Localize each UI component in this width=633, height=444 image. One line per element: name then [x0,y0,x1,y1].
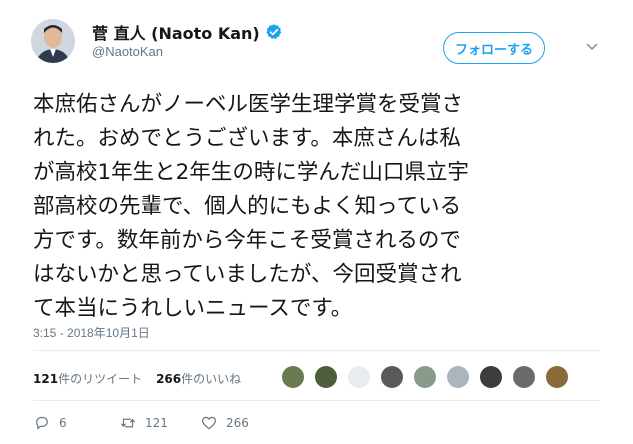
liker-avatar[interactable] [447,366,469,388]
tweet-text: 本庶佑さんがノーベル医学生理学賞を受賞さ れた。おめでとうございます。本庶さんは… [33,88,593,326]
divider [33,400,600,401]
tweet-line: れた。おめでとうございます。本庶さんは私 [33,126,461,151]
retweet-button[interactable]: 121 [119,414,168,432]
reply-icon [36,416,48,430]
reply-count: 6 [59,416,67,430]
tweet-line: 部高校の先輩で、個人的にもよく知っている [33,194,462,219]
retweets-stat-label: 件のリツイート [58,372,143,386]
reply-button[interactable]: 6 [33,414,67,432]
liker-avatar[interactable] [546,366,568,388]
retweets-stat[interactable]: 121件のリツイート [33,370,142,387]
tweet-line: はないかと思っていましたが、今回受賞され [33,262,462,287]
follow-button[interactable]: フォローする [443,32,545,64]
liker-avatar[interactable] [414,366,436,388]
retweet-count: 121 [145,416,168,430]
divider [33,350,600,351]
user-name-row[interactable]: 菅 直人 (Naoto Kan) [92,20,283,44]
like-button[interactable]: 266 [200,414,249,432]
user-handle[interactable]: @NaotoKan [92,44,163,59]
likes-stat-label: 件のいいね [181,372,242,386]
liker-avatar[interactable] [480,366,502,388]
like-count: 266 [226,416,249,430]
retweet-icon [121,418,135,428]
tweet-line: 方です。数年前から今年こそ受賞されるので [33,228,461,253]
heart-icon [202,416,216,430]
liker-avatars [282,362,592,392]
verified-badge-icon [265,23,283,41]
retweets-stat-count: 121 [33,372,59,386]
chevron-down-icon[interactable] [586,41,598,53]
tweet-line: て本当にうれしいニュースです。 [33,296,353,321]
tweet-line: が高校1年生と2年生の時に学んだ山口県立宇 [33,160,469,185]
tweet-card: 菅 直人 (Naoto Kan) @NaotoKan フォローする 本庶佑さんが… [0,0,633,444]
liker-avatar[interactable] [513,366,535,388]
tweet-timestamp[interactable]: 3:15 - 2018年10月1日 [33,324,150,341]
liker-avatar[interactable] [282,366,304,388]
liker-avatar[interactable] [381,366,403,388]
tweet-line: 本庶佑さんがノーベル医学生理学賞を受賞さ [33,92,464,117]
likes-stat-count: 266 [156,372,182,386]
tweet-stats: 121件のリツイート 266件のいいね [33,370,241,387]
likes-stat[interactable]: 266件のいいね [156,370,241,387]
avatar-image [31,19,75,63]
user-name[interactable]: 菅 直人 (Naoto Kan) [92,20,260,44]
liker-avatar[interactable] [348,366,370,388]
avatar[interactable] [31,19,75,63]
liker-avatar[interactable] [315,366,337,388]
